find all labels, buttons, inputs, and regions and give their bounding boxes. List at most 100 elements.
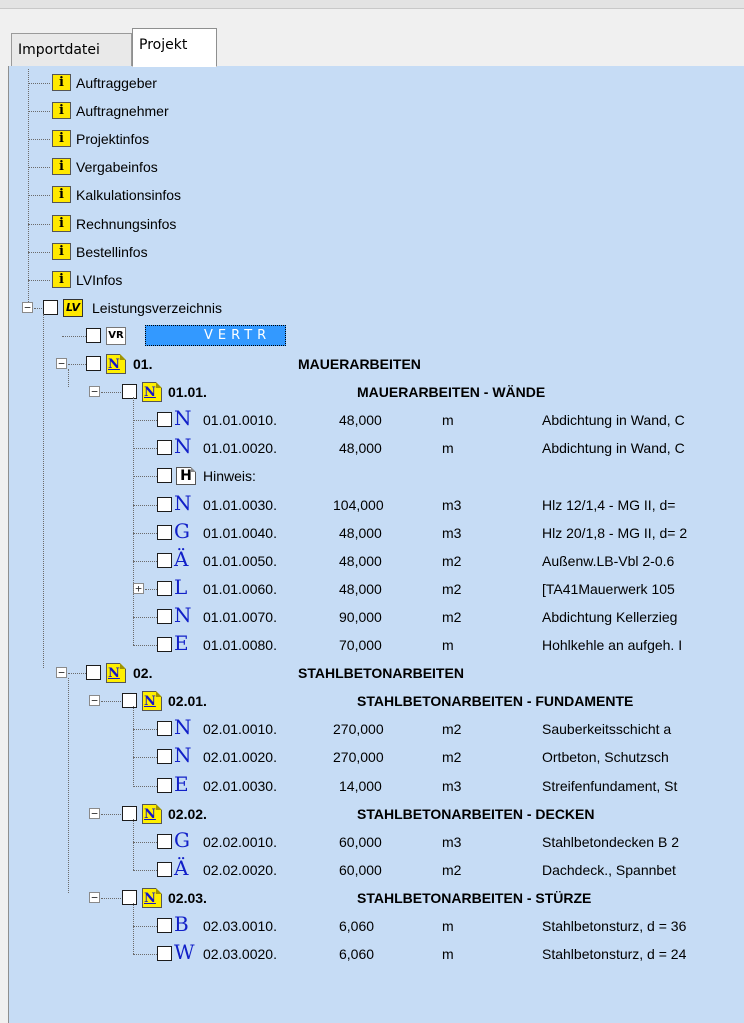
position-ordinal: 02.01.0020. — [203, 749, 277, 766]
checkbox[interactable] — [157, 946, 172, 962]
checkbox[interactable] — [43, 299, 58, 315]
position-row[interactable]: B 02.03.0010. 6,060 m Stahlbetonsturz, d = 3… — [9, 912, 744, 940]
info-icon: i — [52, 74, 71, 91]
position-row[interactable]: W 02.03.0020. 6,060 m Stahlbetonsturz, d = 2… — [9, 940, 744, 968]
tree-connector — [28, 223, 50, 225]
collapse-toggle[interactable]: − — [89, 807, 100, 819]
note-node[interactable]: H Hinweis: — [9, 462, 744, 490]
checkbox[interactable] — [157, 412, 172, 428]
info-node[interactable]: i Auftraggeber — [9, 69, 744, 97]
group-node[interactable]: − N 02. STAHLBETONARBEITEN — [9, 659, 744, 687]
info-node-label: Vergabeinfos — [76, 159, 158, 176]
hinweis-icon: H — [176, 467, 196, 486]
checkbox[interactable] — [157, 552, 172, 568]
position-row[interactable]: G 01.01.0040. 48,000 m3 Hlz 20/1,8 - MG II, … — [9, 519, 744, 547]
group-node[interactable]: − N 02.01. STAHLBETONARBEITEN - FUNDAMENTE — [9, 687, 744, 715]
group-node[interactable]: − N 02.02. STAHLBETONARBEITEN - DECKEN — [9, 800, 744, 828]
collapse-toggle[interactable]: − — [89, 891, 100, 903]
checkbox[interactable] — [157, 777, 172, 793]
tree-connector — [133, 420, 157, 422]
position-ordinal: 02.02.0010. — [203, 833, 277, 850]
selected-node-label[interactable]: VERTR — [145, 324, 286, 346]
checkbox[interactable] — [86, 327, 101, 343]
tree-connector — [101, 392, 123, 394]
position-row[interactable]: Ä 02.02.0020. 60,000 m2 Dachdeck., Spannbet — [9, 856, 744, 884]
position-text: Außenw.LB-Vbl 2-0.6 — [542, 552, 675, 569]
position-row[interactable]: N 01.01.0010. 48,000 m Abdichtung in Wand, C — [9, 406, 744, 434]
position-ordinal: 01.01.0070. — [203, 608, 277, 625]
checkbox[interactable] — [157, 918, 172, 933]
group-title: STAHLBETONARBEITEN — [298, 665, 464, 682]
position-row[interactable]: N 01.01.0070. 90,000 m2 Abdichtung Kellerzie… — [9, 603, 744, 631]
info-node[interactable]: i Rechnungsinfos — [9, 210, 744, 238]
position-row[interactable]: G 02.02.0010. 60,000 m3 Stahlbetondecken B 2 — [9, 828, 744, 856]
position-row[interactable]: N 02.01.0020. 270,000 m2 Ortbeton, Schutzsch — [9, 743, 744, 771]
checkbox[interactable] — [157, 468, 172, 484]
position-unit: m3 — [442, 777, 462, 794]
vertr-node[interactable]: VR VERTR — [9, 322, 744, 350]
position-ordinal: 02.02.0020. — [203, 861, 277, 878]
position-row[interactable]: E 02.01.0030. 14,000 m3 Streifenfundament, S… — [9, 772, 744, 800]
position-row[interactable]: N 01.01.0030. 104,000 m3 Hlz 12/1,4 - MG II,… — [9, 491, 744, 519]
tree-connector — [145, 588, 157, 590]
checkbox[interactable] — [86, 356, 101, 371]
group-title: MAUERARBEITEN - WÄNDE — [357, 384, 546, 401]
checkbox[interactable] — [157, 440, 172, 456]
position-row[interactable]: E 01.01.0080. 70,000 m Hohlkehle an aufgeh. … — [9, 631, 744, 659]
tree-connector — [101, 897, 123, 899]
collapse-toggle[interactable]: − — [56, 667, 67, 679]
info-node[interactable]: i Kalkulationsinfos — [9, 181, 744, 209]
collapse-toggle[interactable]: − — [56, 358, 67, 369]
checkbox[interactable] — [157, 749, 172, 765]
vr-icon: VR — [106, 326, 126, 345]
info-node[interactable]: i Bestellinfos — [9, 238, 744, 266]
expand-toggle[interactable]: + — [133, 582, 144, 594]
position-quantity: 70,000 — [339, 637, 382, 653]
position-unit: m2 — [442, 749, 462, 766]
position-unit: m2 — [442, 552, 462, 569]
lv-root[interactable]: − LV Leistungsverzeichnis — [9, 294, 744, 322]
position-row[interactable]: + L 01.01.0060. 48,000 m2 [TA41Mauerwerk 105 — [9, 575, 744, 603]
lv-root-label: Leistungsverzeichnis — [92, 299, 222, 316]
position-type-icon: Ä — [174, 855, 189, 880]
position-row[interactable]: N 02.01.0010. 270,000 m2 Sauberkeitsschicht … — [9, 715, 744, 743]
checkbox[interactable] — [122, 805, 137, 821]
tree-connector — [133, 818, 134, 870]
n-folder-icon: N — [142, 803, 162, 824]
collapse-toggle[interactable]: − — [22, 301, 33, 313]
tree-connector — [133, 841, 157, 843]
checkbox[interactable] — [157, 833, 172, 849]
info-node-label: Projektinfos — [76, 131, 150, 148]
position-row[interactable]: N 01.01.0020. 48,000 m Abdichtung in Wand, C — [9, 434, 744, 462]
group-node[interactable]: − N 01. MAUERARBEITEN — [9, 350, 744, 378]
info-node[interactable]: i LVInfos — [9, 266, 744, 294]
tree-connector — [133, 476, 157, 478]
position-type-icon: N — [174, 743, 192, 768]
group-node[interactable]: − N 02.03. STAHLBETONARBEITEN - STÜRZE — [9, 884, 744, 912]
checkbox[interactable] — [122, 693, 137, 709]
collapse-toggle[interactable]: − — [89, 695, 100, 707]
position-row[interactable]: Ä 01.01.0050. 48,000 m2 Außenw.LB-Vbl 2-0.6 — [9, 547, 744, 575]
tab-importdatei[interactable]: Importdatei — [11, 33, 132, 66]
checkbox[interactable] — [86, 665, 101, 681]
info-node-label: Rechnungsinfos — [76, 215, 177, 232]
checkbox[interactable] — [157, 580, 172, 596]
info-icon: i — [52, 158, 71, 176]
group-node[interactable]: − N 01.01. MAUERARBEITEN - WÄNDE — [9, 378, 744, 406]
info-node[interactable]: i Auftragnehmer — [9, 97, 744, 125]
checkbox[interactable] — [157, 861, 172, 877]
collapse-toggle[interactable]: − — [89, 386, 100, 398]
checkbox[interactable] — [157, 637, 172, 652]
position-quantity: 14,000 — [339, 777, 382, 794]
checkbox[interactable] — [157, 721, 172, 737]
checkbox[interactable] — [122, 889, 137, 905]
position-type-icon: Ä — [174, 546, 189, 571]
n-folder-icon: N — [106, 354, 126, 374]
checkbox[interactable] — [157, 496, 172, 512]
checkbox[interactable] — [157, 524, 172, 540]
checkbox[interactable] — [122, 384, 137, 400]
info-node[interactable]: i Projektinfos — [9, 125, 744, 153]
checkbox[interactable] — [157, 608, 172, 624]
info-node[interactable]: i Vergabeinfos — [9, 153, 744, 181]
tab-projekt[interactable]: Projekt — [132, 28, 217, 67]
